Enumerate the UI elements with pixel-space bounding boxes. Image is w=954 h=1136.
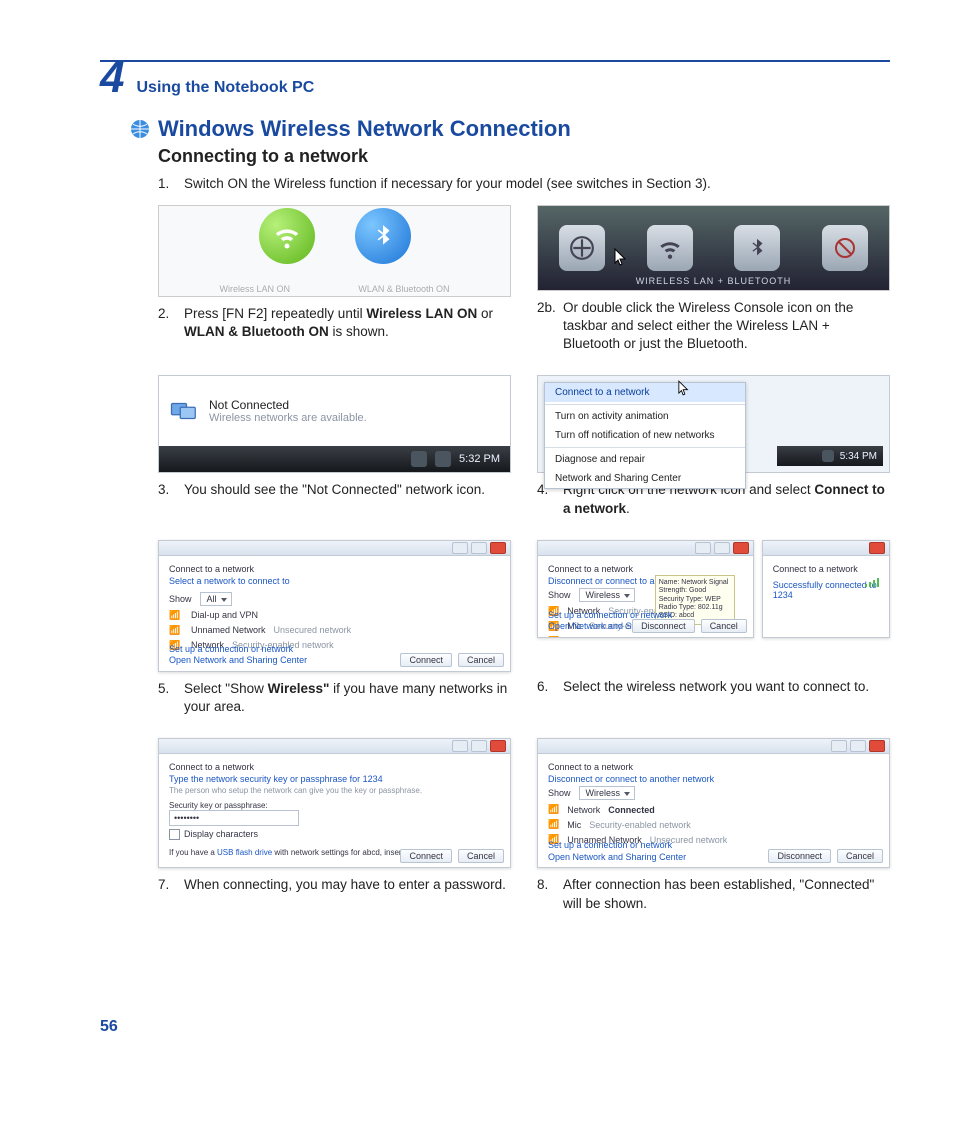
step-2b: 2b. Or double click the Wireless Console… [537,299,890,354]
menu-item-connect[interactable]: Connect to a network [545,383,745,402]
cancel-button[interactable]: Cancel [458,653,504,667]
dialog-prompt: Select a network to connect to [169,576,500,586]
not-connected-title: Not Connected [209,398,367,412]
globe-icon [130,119,150,139]
console-off-icon [822,225,868,271]
tray-icon [435,451,451,467]
step-5: 5. Select "Show Wireless" if you have ma… [158,680,511,716]
figure-connected: Connect to a network Disconnect or conne… [537,738,890,868]
step-7: 7. When connecting, you may have to ente… [158,876,511,894]
menu-item-diagnose[interactable]: Diagnose and repair [545,450,745,469]
console-net-icon [559,225,605,271]
close-icon[interactable] [869,542,885,554]
figure-not-connected: Not Connected Wireless networks are avai… [158,375,511,473]
cursor-icon [614,248,628,266]
usb-link[interactable]: USB flash drive [217,848,272,857]
tray-time: 5:32 PM [459,453,500,465]
link-setup[interactable]: Set up a connection or network [548,840,686,852]
figure-success: Connect to a network Successfully connec… [762,540,890,638]
link-sharing[interactable]: Open Network and Sharing Center [169,655,307,667]
console-wifi-icon [647,225,693,271]
page-number: 56 [100,1018,118,1036]
connect-button[interactable]: Connect [400,653,452,667]
caption-wlan-on: Wireless LAN ON [220,284,291,294]
cursor-icon [678,380,690,396]
figure-enter-password: Connect to a network Type the network se… [158,738,511,868]
success-msg: Successfully connected to 1234 [773,580,879,600]
step-6: 6. Select the wireless network you want … [537,678,890,696]
step-1: 1. Switch ON the Wireless function if ne… [158,175,890,193]
passphrase-input[interactable]: •••••••• [169,810,299,826]
section-title: Windows Wireless Network Connection [158,116,571,142]
cancel-button[interactable]: Cancel [837,849,883,863]
close-icon[interactable] [490,740,506,752]
disconnect-button[interactable]: Disconnect [768,849,831,863]
show-select[interactable]: Wireless [579,786,636,800]
figure-wireless-console: WIRELESS LAN + BLUETOOTH [537,205,890,291]
disconnect-button[interactable]: Disconnect [632,619,695,633]
link-sharing[interactable]: Open Network and Sharing Center [548,852,686,864]
console-bt-icon [734,225,780,271]
show-select[interactable]: Wireless [579,588,636,602]
cancel-button[interactable]: Cancel [701,619,747,633]
tray-time: 5:34 PM [840,451,877,462]
wifi-icon [259,208,315,264]
bluetooth-icon [355,208,411,264]
not-connected-msg: Wireless networks are available. [209,412,367,424]
tray-icon [411,451,427,467]
network-context-menu: Connect to a network Turn on activity an… [544,382,746,489]
menu-item-sharing[interactable]: Network and Sharing Center [545,469,745,488]
figure-context-menu: Connect to a network Turn on activity an… [537,375,890,473]
step-8: 8. After connection has been established… [537,876,890,912]
chapter-header: 4 Using the Notebook PC [100,60,890,98]
connect-button[interactable]: Connect [400,849,452,863]
close-icon[interactable] [869,740,885,752]
menu-item-notif[interactable]: Turn off notification of new networks [545,426,745,445]
show-select[interactable]: All [200,592,232,606]
link-setup[interactable]: Set up a connection or network [169,644,307,656]
figure-show-wireless: Connect to a network Select a network to… [158,540,511,672]
figure-select-network: Connect to a network Disconnect or conne… [537,540,754,638]
menu-item-activity[interactable]: Turn on activity animation [545,407,745,426]
step-2: 2. Press [FN F2] repeatedly until Wirele… [158,305,511,341]
tray-icon [822,450,834,462]
caption-wlan-bt-on: WLAN & Bluetooth ON [358,284,449,294]
chapter-number: 4 [100,58,124,98]
step-3: 3. You should see the "Not Connected" ne… [158,481,511,499]
section-subtitle: Connecting to a network [158,146,890,167]
dialog-header: Connect to a network [169,564,254,574]
close-icon[interactable] [490,542,506,554]
console-bar-label: WIRELESS LAN + BLUETOOTH [538,276,889,286]
close-icon[interactable] [733,542,749,554]
cancel-button[interactable]: Cancel [458,849,504,863]
display-chars-checkbox[interactable] [169,829,180,840]
figure-wlan-icons: Wireless LAN ON WLAN & Bluetooth ON [158,205,511,297]
monitors-icon [169,396,199,426]
chapter-title: Using the Notebook PC [136,79,314,97]
